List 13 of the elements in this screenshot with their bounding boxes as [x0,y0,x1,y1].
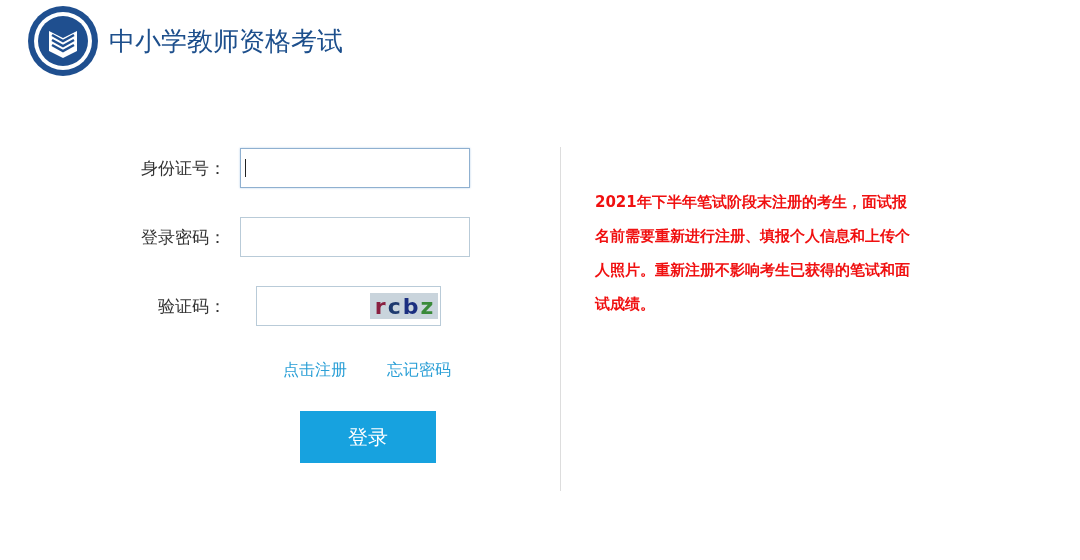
captcha-field[interactable]: rcbz [256,286,441,326]
notice-text: 2021年下半年笔试阶段末注册的考生，面试报名前需要重新进行注册、填报个人信息和上传个人照片。重新注册不影响考生已获得的笔试和面试成绩。 [595,192,911,315]
register-link[interactable]: 点击注册 [283,360,347,381]
logo-icon [27,5,99,77]
forgot-password-link[interactable]: 忘记密码 [387,360,451,381]
login-button[interactable]: 登录 [300,411,436,463]
field-label: 验证码： [157,294,227,318]
id-number-field[interactable] [240,148,470,188]
field-label: 登录密码： [140,225,227,249]
password-field[interactable] [240,217,470,257]
field-label: 身份证号： [140,156,227,180]
captcha-image[interactable]: rcbz [370,293,438,319]
site-title: 中小学教师资格考试 [109,24,343,58]
